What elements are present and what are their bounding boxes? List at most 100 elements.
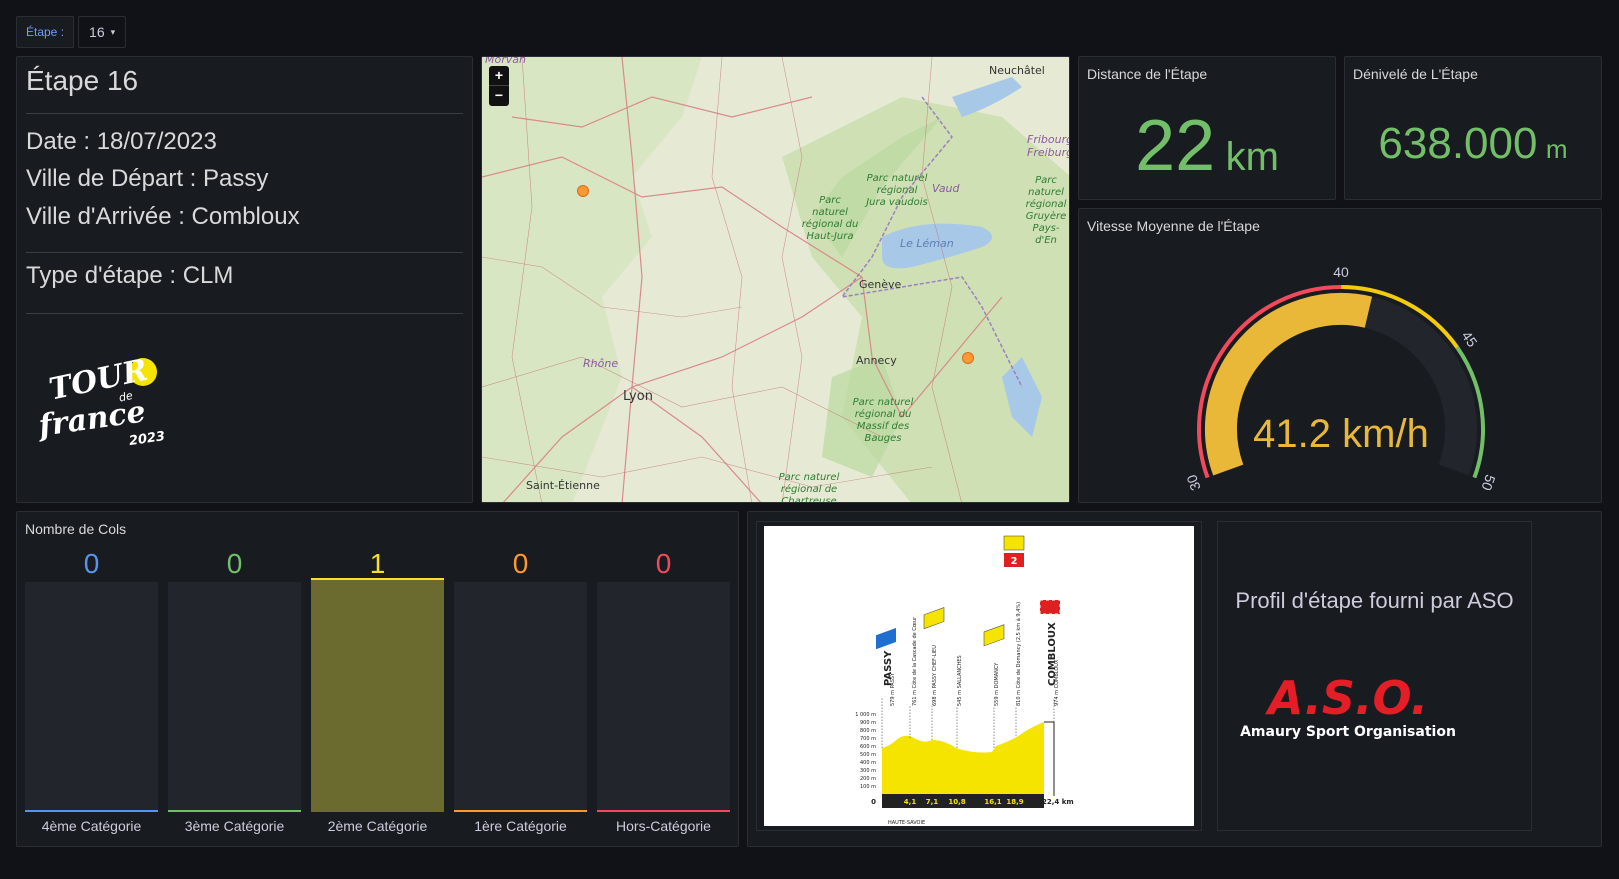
bar-label: 2ème Catégorie (327, 818, 428, 834)
panel-title: Dénivelé de L'Étape (1353, 66, 1478, 82)
km-mark: 7,1 (926, 798, 939, 806)
aso-tagline: Amaury Sport Organisation (1240, 724, 1456, 740)
km-mark: 22,4 km (1042, 798, 1074, 806)
start-marker[interactable] (577, 185, 589, 197)
bar-column: 1 2ème Catégorie (311, 512, 444, 848)
etape-select-value: 16 (89, 24, 105, 40)
bar-value: 0 (83, 548, 100, 579)
alt-tick: 500 m (860, 752, 876, 758)
bar-value: 0 (512, 548, 529, 579)
distance-panel: Distance de l'Étape 22 km (1078, 56, 1336, 200)
bar-value: 1 (369, 548, 386, 579)
etape-select[interactable]: 16 ▾ (78, 16, 127, 48)
distance-number: 22 (1135, 106, 1216, 186)
alt-tick: 400 m (860, 760, 876, 766)
gauge-value: 41.2 km/h (1253, 412, 1429, 456)
map-label: Parc naturel régional du Haut-Jura (801, 195, 859, 242)
map-label: Parc naturel régional Jura vaudois (866, 173, 928, 208)
map-panel[interactable]: + − Morvan Neuchâtel Fribourg Freiburg V… (481, 56, 1070, 503)
alt-tick: 300 m (860, 768, 876, 774)
map-label: Morvan (485, 56, 526, 66)
alt-tick: 800 m (860, 728, 876, 734)
elevation-number: 638.000 (1378, 119, 1538, 168)
stage-profile-chart: 1 000 m 900 m 800 m 700 m 600 m 500 m 40… (855, 535, 1074, 826)
bar-fill (25, 582, 158, 812)
stage-info-panel: Étape 16 Date : 18/07/2023 Ville de Dépa… (16, 56, 473, 503)
profile-panel: 1 000 m 900 m 800 m 700 m 600 m 500 m 40… (747, 511, 1602, 847)
bar-value: 0 (226, 548, 243, 579)
bar-fill (311, 578, 444, 812)
alt-tick: 1 000 m (855, 712, 876, 718)
stage-date: Date : 18/07/2023 (26, 128, 217, 155)
cols-panel: Nombre de Cols 0 4ème Catégorie 0 3ème Caté… (16, 511, 739, 847)
alt-tick: 600 m (860, 744, 876, 750)
zoom-in-button[interactable]: + (489, 66, 509, 86)
gauge-tick-label: 50 (1478, 473, 1498, 493)
chevron-down-icon: ▾ (110, 27, 116, 37)
variable-bar: Étape : 16 ▾ (16, 16, 127, 48)
elevation-unit: m (1545, 134, 1568, 164)
map-zoom-controls[interactable]: + − (489, 66, 509, 106)
aso-logo-text: A.S.O. (1265, 672, 1428, 725)
speed-gauge: 30 40 45 50 41.2 km/h (1183, 264, 1498, 493)
profile-point: 810 m Côte de Domancy (2,5 km à 9,4%) (1015, 602, 1022, 706)
profile-point: 761 m Côte de la Cascade de Cœur (911, 616, 918, 706)
start-town-label: PASSY (883, 650, 894, 686)
panel-title: Distance de l'Étape (1087, 66, 1208, 82)
speed-gauge-panel: Vitesse Moyenne de l'Étape 30 40 45 50 41.2 … (1078, 208, 1602, 503)
map-label: Rhône (583, 357, 619, 370)
bar-threshold-line (597, 810, 730, 812)
gauge-tick-label: 45 (1459, 328, 1481, 350)
bar-threshold-line (168, 810, 301, 812)
map-label: Vaud (932, 182, 960, 195)
bar-column: 0 4ème Catégorie (25, 512, 158, 848)
stage-title: Étape 16 (26, 65, 139, 96)
zoom-out-button[interactable]: − (489, 86, 509, 106)
km-mark: 18,9 (1006, 798, 1023, 806)
bar-threshold-line (454, 810, 587, 812)
map-label: Saint-Étienne (526, 479, 600, 492)
stage-profile-image: 1 000 m 900 m 800 m 700 m 600 m 500 m 40… (764, 526, 1194, 826)
km-mark: 0 (871, 798, 876, 806)
map-label: Fribourg (1027, 133, 1070, 146)
km-mark: 16,1 (984, 798, 1001, 806)
bar-value: 0 (655, 548, 672, 579)
variable-label: Étape : (16, 16, 75, 48)
map-label: Genève (859, 278, 902, 291)
gauge-tick-label: 30 (1183, 472, 1203, 492)
map-label: Neuchâtel (989, 64, 1045, 77)
gauge-tick-label: 40 (1333, 264, 1349, 280)
category-badge: 2 (1011, 556, 1018, 567)
aso-frame: Profil d'étape fourni par ASO A.S.O. Ama… (1217, 521, 1532, 831)
bar-column: 0 1ère Catégorie (454, 512, 587, 848)
divider (26, 113, 463, 114)
alt-tick: 700 m (860, 736, 876, 742)
bar-label: Hors-Catégorie (616, 818, 711, 834)
profile-point: 545 m SALLANCHES (957, 655, 963, 706)
finish-marker[interactable] (962, 352, 974, 364)
bar-column: 0 3ème Catégorie (168, 512, 301, 848)
map-tiles[interactable] (482, 57, 1070, 503)
bar-threshold-line (25, 810, 158, 812)
bar-column: 0 Hors-Catégorie (597, 512, 730, 848)
region-label: HAUTE-SAVOIE (888, 820, 925, 826)
map-label: Freiburg (1027, 146, 1070, 159)
divider (26, 252, 463, 253)
km-mark: 10,8 (948, 798, 965, 806)
map-label: Lyon (623, 389, 653, 404)
svg-text:2023: 2023 (128, 429, 166, 449)
map-label: Parc naturel régional du Massif des Baug… (852, 397, 914, 444)
bar-fill (454, 582, 587, 812)
map-label: Le Léman (900, 237, 954, 250)
alt-tick: 900 m (860, 720, 876, 726)
profile-point: 698 m PASSY CHEF-LIEU (932, 645, 938, 706)
aso-caption: Profil d'étape fourni par ASO (1235, 588, 1514, 613)
map-label: Parc naturel régional Gruyère Pays-d'En (1025, 175, 1067, 246)
stage-type: Type d'étape : CLM (26, 262, 234, 289)
divider (26, 313, 463, 314)
stage-arrival: Ville d'Arrivée : Combloux (26, 203, 300, 230)
elevation-panel: Dénivelé de L'Étape 638.000 m (1344, 56, 1602, 200)
bar-fill (168, 582, 301, 812)
alt-tick: 200 m (860, 776, 876, 782)
bar-label: 1ère Catégorie (474, 818, 567, 834)
